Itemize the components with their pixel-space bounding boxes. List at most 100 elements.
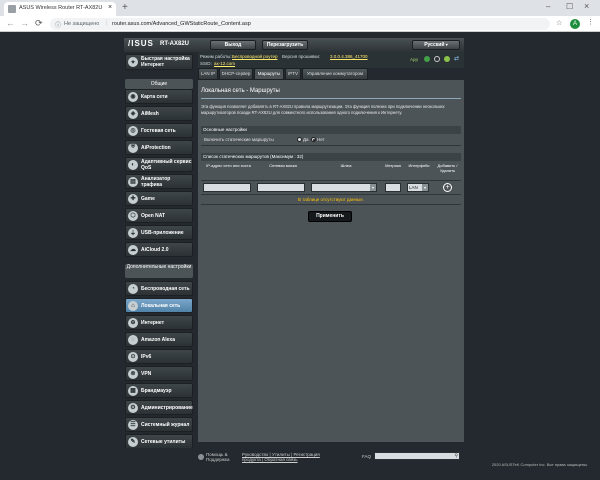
menu-dots-icon[interactable]: ⋮	[587, 18, 594, 26]
reload-icon[interactable]: ⟳	[35, 18, 43, 29]
alexa-icon: ◌	[128, 334, 138, 345]
chevron-down-icon: ▾	[445, 42, 448, 47]
tab-switch-control[interactable]: Управление коммутатором	[302, 68, 368, 80]
gateway-input[interactable]: ▾	[311, 183, 377, 192]
aimesh-icon: ◈	[128, 108, 138, 119]
network-map-icon: ◉	[128, 91, 138, 102]
sidebar-item-label: AiMesh	[141, 110, 159, 117]
interface-select[interactable]: LAN ▾	[407, 183, 429, 192]
sidebar-item-traffic-analyzer[interactable]: ▤ Анализатор трафика	[125, 174, 193, 189]
col-metric: Метрика	[385, 163, 401, 168]
sidebar-item-ipv6[interactable]: ⊙ IPv6	[125, 349, 193, 364]
logout-button[interactable]: Выход	[210, 40, 256, 50]
subtabs: LAN IP DHCP-сервер Маршруты IPTV Управле…	[198, 68, 464, 80]
window-close-icon[interactable]: ×	[584, 1, 589, 11]
quick-setup-button[interactable]: ✦ Быстрая настройка Интернет	[125, 54, 193, 70]
netmask-input[interactable]	[257, 183, 305, 192]
chevron-down-icon: ▾	[422, 184, 428, 191]
sidebar-item-network-map[interactable]: ◉ Карта сети	[125, 89, 193, 104]
sidebar-item-syslog[interactable]: ☰ Системный журнал	[125, 417, 193, 432]
sidebar-item-game[interactable]: ✚ Game	[125, 191, 193, 206]
faq-label: FAQ	[362, 454, 372, 459]
footer: Помощь & Поддержка Руководство | Утилиты…	[124, 448, 464, 468]
usb-icon: ⏚	[128, 227, 138, 238]
url-text: router.asus.com/Advanced_GWStaticRoute_C…	[112, 21, 251, 27]
tab-iptv[interactable]: IPTV	[285, 68, 301, 80]
ssid-label: SSID:	[200, 61, 212, 66]
radio-no[interactable]	[311, 137, 316, 142]
reboot-button[interactable]: Перезагрузить	[262, 40, 308, 50]
cloud-icon: ☁	[128, 244, 138, 255]
sidebar-item-usb-app[interactable]: ⏚ USB-приложение	[125, 225, 193, 240]
footer-links[interactable]: Руководство | Утилиты | Регистрация прод…	[242, 452, 324, 462]
vpn-icon: ⊗	[128, 368, 138, 379]
page-description: Эта функция позволяет добавлять в RT-AX8…	[201, 104, 445, 115]
help-support-link[interactable]: Помощь & Поддержка	[206, 452, 232, 462]
ssid-value[interactable]: ax-12.com	[214, 61, 235, 66]
sidebar-item-aiprotection[interactable]: ⛨ AiProtection	[125, 140, 193, 155]
sidebar-item-lan[interactable]: ⌂ Локальная сеть	[125, 298, 193, 313]
sidebar-item-label: VPN	[141, 370, 152, 377]
help-icon	[198, 454, 204, 460]
info-icon[interactable]: ⓘ	[55, 20, 61, 29]
sidebar-item-guest-network[interactable]: ◎ Гостевая сеть	[125, 123, 193, 138]
new-tab-button[interactable]: +	[122, 2, 128, 13]
guest-network-icon: ◎	[128, 125, 138, 136]
sidebar-item-alexa[interactable]: ◌ Amazon Alexa	[125, 332, 193, 347]
favicon-icon	[8, 5, 16, 13]
aimesh-status-icon[interactable]	[424, 56, 430, 62]
copyright: 2020 ASUSTeK Computer Inc. Все права защ…	[491, 462, 588, 467]
tab-lan-ip[interactable]: LAN IP	[198, 68, 218, 80]
forward-icon[interactable]: →	[20, 18, 29, 28]
enable-routes-row: Включить статические маршруты Да Нет	[201, 134, 461, 146]
profile-avatar[interactable]: A	[570, 19, 580, 29]
tab-close-icon[interactable]: ×	[108, 4, 112, 11]
route-list-header: Список статических маршрутов (Максимум :…	[201, 153, 461, 161]
route-columns-row: IP-адрес сети или хоста Сетевая маска Шл…	[201, 161, 461, 181]
sidebar-item-internet[interactable]: ⊕ Интернет	[125, 315, 193, 330]
sidebar-item-administration[interactable]: ⚙ Администрирование	[125, 400, 193, 415]
language-select[interactable]: Русский ▾	[412, 40, 460, 50]
browser-tab[interactable]: ASUS Wireless Router RT-AX82U ×	[4, 2, 116, 16]
sidebar-item-wireless[interactable]: ◔ Беспроводная сеть	[125, 281, 193, 296]
radio-yes[interactable]	[297, 137, 302, 142]
metric-input[interactable]	[385, 183, 401, 192]
sidebar-item-firewall[interactable]: ▦ Брандмауэр	[125, 383, 193, 398]
tab-dhcp[interactable]: DHCP-сервер	[219, 68, 253, 80]
security-label: Не защищено	[64, 21, 100, 27]
network-ip-input[interactable]	[203, 183, 251, 192]
col-network-ip: IP-адрес сети или хоста	[206, 163, 251, 168]
mode-value[interactable]: Беспроводной роутер	[232, 54, 278, 59]
sidebar-item-qos[interactable]: ◐ Адаптивный сервис QoS	[125, 157, 193, 172]
admin-icon: ⚙	[128, 402, 138, 413]
sidebar-item-open-nat[interactable]: ⬡ Open NAT	[125, 208, 193, 223]
wizard-icon: ✦	[128, 57, 138, 67]
sidebar-item-network-tools[interactable]: ✎ Сетевые утилиты	[125, 434, 193, 449]
sidebar-item-aicloud[interactable]: ☁ AiCloud 2.0	[125, 242, 193, 257]
col-netmask: Сетевая маска	[269, 163, 297, 168]
address-bar[interactable]: ⓘ Не защищено | router.asus.com/Advanced…	[50, 18, 550, 30]
title-divider	[201, 98, 461, 99]
apply-button[interactable]: Применить	[308, 211, 352, 222]
sidebar-item-aimesh[interactable]: ◈ AiMesh	[125, 106, 193, 121]
globe-icon: ⊕	[128, 317, 138, 328]
bookmark-star-icon[interactable]: ☆	[556, 19, 562, 27]
tab-routes[interactable]: Маршруты	[254, 68, 284, 80]
faq-search-input[interactable]: ⚲	[374, 452, 460, 460]
firmware-value[interactable]: 3.0.0.4.386_41700	[330, 54, 368, 59]
usb-status-icon[interactable]: ⇄	[454, 55, 459, 62]
log-icon: ☰	[128, 419, 138, 430]
search-icon[interactable]: ⚲	[454, 453, 458, 459]
add-route-icon[interactable]: +	[443, 183, 452, 192]
sidebar-item-label: AiCloud 2.0	[141, 246, 169, 253]
wifi-status-icon[interactable]	[444, 56, 450, 62]
gamepad-icon: ✚	[128, 193, 138, 204]
back-icon[interactable]: ←	[6, 18, 15, 28]
internet-status-icon[interactable]	[434, 56, 440, 62]
wifi-icon: ◔	[128, 283, 138, 294]
maximize-icon[interactable]: ☐	[566, 2, 573, 11]
col-gateway: Шлюз	[340, 163, 352, 168]
app-label[interactable]: App	[410, 57, 418, 62]
minimize-icon[interactable]: –	[546, 2, 550, 11]
sidebar-item-vpn[interactable]: ⊗ VPN	[125, 366, 193, 381]
